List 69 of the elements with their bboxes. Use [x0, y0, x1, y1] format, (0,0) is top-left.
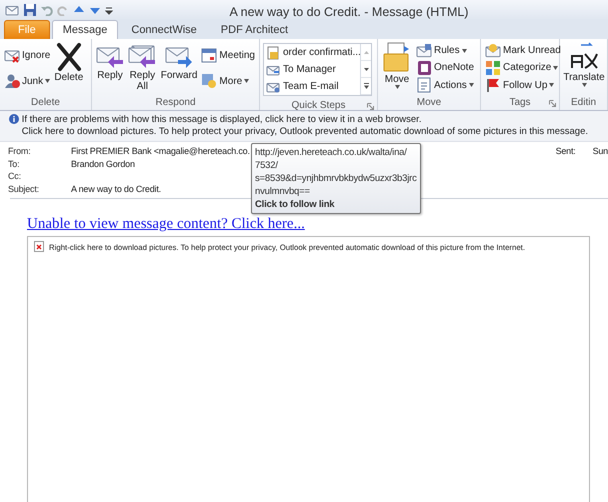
ribbon-button[interactable]: More [200, 73, 256, 89]
more-icon [201, 73, 218, 89]
undo-icon [41, 4, 53, 16]
scroll-up-icon [364, 50, 368, 54]
ribbon-button[interactable]: Forward [160, 41, 198, 95]
ribbon-button[interactable]: OneNote [415, 60, 476, 76]
broken-image-icon [34, 240, 44, 252]
grid-icon [485, 60, 501, 76]
ribbon-tab[interactable]: ConnectWise [120, 20, 208, 39]
field-label: Subject: [8, 182, 40, 195]
tooltip-url: nvulmnvbq== [255, 185, 310, 198]
dialog-launcher-icon[interactable] [549, 100, 556, 107]
ribbon-tab[interactable]: PDF Architect [210, 20, 300, 39]
group-label: Tags [509, 96, 531, 110]
field-value: A new way to do Credit. [71, 182, 161, 195]
notebook-icon [416, 60, 432, 76]
ribbon-button[interactable]: Actions [415, 77, 476, 94]
group-label: Respond [155, 96, 196, 110]
ribbon-tab[interactable]: Message [52, 20, 118, 39]
ribbon-button[interactable]: Move [381, 41, 413, 95]
message-link[interactable]: Unable to view message content? Click here... [27, 213, 305, 236]
field-label: Cc: [8, 170, 22, 182]
expand-gallery-icon [364, 83, 368, 89]
ribbon-button[interactable]: Reply All [127, 41, 158, 95]
delete-icon [54, 42, 83, 72]
tooltip-hint: Click to follow link [255, 198, 334, 211]
tooltip-url: 7532/ [255, 159, 278, 172]
group-label: Editin [570, 96, 596, 110]
document-icon [416, 77, 432, 94]
field-label: To: [8, 158, 20, 170]
ribbon-button[interactable]: Ignore [3, 47, 52, 63]
group-label: Move [416, 96, 442, 110]
info-message: Click here to download pictures. To help protect your privacy, Outlook prevented automatic download of some pictures in this message. [22, 126, 588, 138]
ribbon-button[interactable]: Translate [563, 41, 605, 95]
envelope-icon [416, 42, 432, 59]
ribbon-button[interactable]: Junk [3, 73, 52, 89]
person-icon [4, 73, 20, 89]
quick-step-item[interactable]: To Manager [264, 61, 360, 78]
quick-step-item[interactable]: Team E-mail [264, 78, 360, 95]
save-icon [23, 3, 37, 17]
ribbon-button[interactable]: Categorize [484, 60, 562, 76]
calendar-icon [201, 47, 218, 63]
quick-step-item[interactable]: order confirmati... [264, 44, 360, 61]
ribbon-button[interactable]: Delete [53, 41, 84, 95]
field-value: Sun [592, 145, 608, 158]
envelope-icon [5, 3, 19, 17]
ribbon-button[interactable]: Reply [95, 41, 125, 95]
redo-icon [57, 4, 69, 16]
info-message: If there are problems with how this message is displayed, click here to view it in a web browser. [22, 114, 422, 126]
envelope-icon [485, 42, 501, 59]
info-icon [9, 114, 19, 124]
field-label: From: [8, 145, 32, 158]
flag-icon [485, 77, 501, 94]
dialog-launcher-icon[interactable] [367, 103, 374, 110]
window-title: A new way to do Credit. - Message (HTML) [230, 5, 468, 19]
group-label: Quick Steps [292, 99, 346, 113]
info-bar[interactable] [0, 111, 608, 142]
ribbon-button[interactable]: Meeting [200, 47, 256, 63]
tooltip-url: http://jeven.hereteach.co.uk/walta/ina/ [255, 146, 407, 159]
ribbon-button[interactable]: Follow Up [484, 77, 562, 94]
tooltip-url: s=8539&d=ynjhbmrvbkbydw5uzxr3b3jrc [255, 172, 417, 185]
ribbon-button[interactable]: Rules [415, 42, 476, 59]
field-label: Sent: [556, 145, 576, 158]
scroll-down-icon [364, 68, 368, 70]
field-value: First PREMIER Bank <magalie@hereteach.co. [71, 145, 250, 158]
field-value: Brandon Gordon [71, 158, 135, 170]
document-icon [266, 46, 280, 60]
ribbon-button[interactable]: Mark Unread [484, 42, 562, 59]
group-label: Delete [31, 96, 60, 110]
